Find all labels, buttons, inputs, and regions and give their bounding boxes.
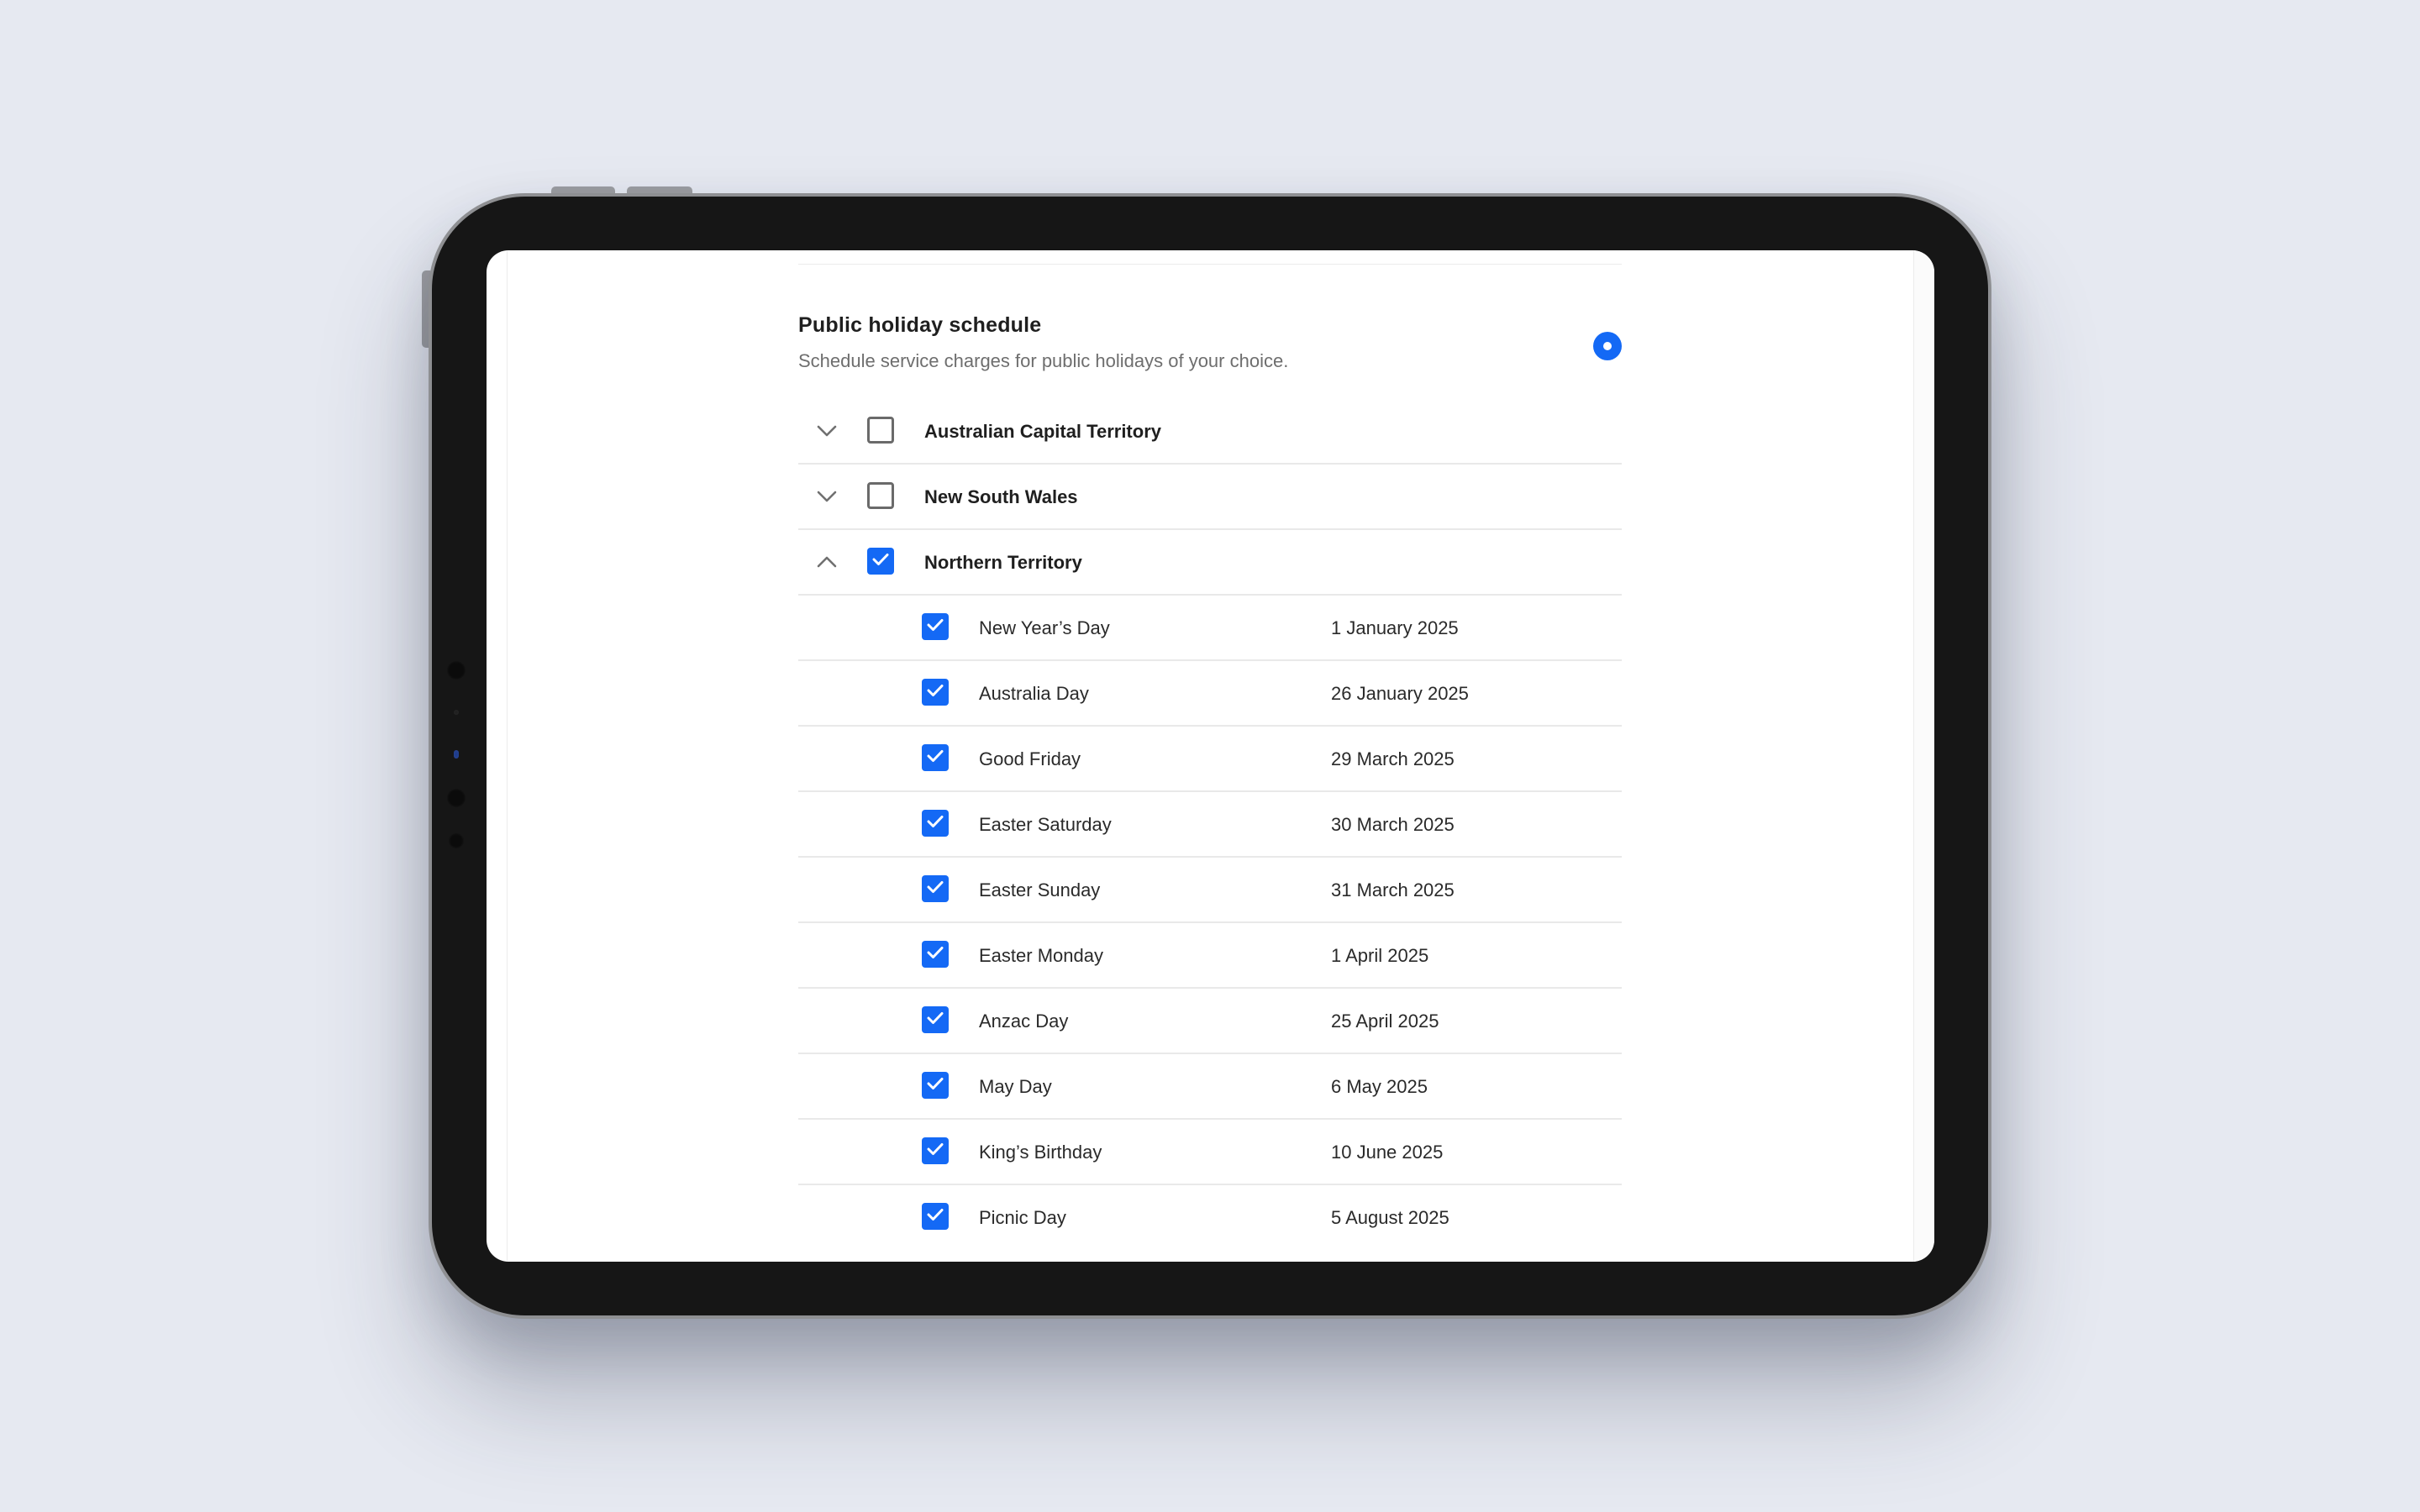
holiday-row[interactable]: Australia Day 26 January 2025 bbox=[798, 661, 1622, 727]
region-checkbox[interactable] bbox=[867, 417, 894, 444]
checkmark-icon bbox=[927, 749, 944, 767]
region-holiday-list: Australian Capital Territory New South Wa… bbox=[798, 399, 1622, 1251]
holiday-date: 25 April 2025 bbox=[1331, 1011, 1439, 1032]
holiday-row[interactable]: Easter Monday 1 April 2025 bbox=[798, 923, 1622, 989]
holiday-name: King’s Birthday bbox=[979, 1142, 1102, 1163]
radio-selected-dot bbox=[1603, 342, 1612, 350]
holiday-date: 10 June 2025 bbox=[1331, 1142, 1444, 1163]
checkmark-icon bbox=[927, 1142, 944, 1160]
section-subtitle: Schedule service charges for public holi… bbox=[798, 350, 1289, 371]
holiday-checkbox[interactable] bbox=[922, 679, 949, 706]
holiday-checkbox[interactable] bbox=[922, 875, 949, 902]
holiday-row[interactable]: New Year’s Day 1 January 2025 bbox=[798, 596, 1622, 661]
holiday-date: 29 March 2025 bbox=[1331, 748, 1455, 769]
section-title: Public holiday schedule bbox=[798, 313, 1042, 337]
region-label: New South Wales bbox=[924, 486, 1078, 507]
holiday-name: Picnic Day bbox=[979, 1207, 1066, 1228]
checkmark-icon bbox=[927, 1077, 944, 1095]
holiday-row[interactable]: Good Friday 29 March 2025 bbox=[798, 727, 1622, 792]
holiday-row[interactable]: Easter Saturday 30 March 2025 bbox=[798, 792, 1622, 858]
checkmark-icon bbox=[872, 553, 889, 570]
device-screen: Public holiday schedule Schedule service… bbox=[487, 250, 1934, 1262]
region-label: Australian Capital Territory bbox=[924, 421, 1161, 442]
ambient-sensor bbox=[454, 710, 459, 715]
holiday-checkbox[interactable] bbox=[922, 1006, 949, 1033]
holiday-checkbox[interactable] bbox=[922, 941, 949, 968]
holiday-date: 1 January 2025 bbox=[1331, 617, 1459, 638]
chevron-down-icon[interactable] bbox=[815, 485, 839, 508]
holiday-name: May Day bbox=[979, 1076, 1052, 1097]
chevron-down-icon[interactable] bbox=[815, 419, 839, 443]
checkmark-icon bbox=[927, 1208, 944, 1226]
holiday-row[interactable]: King’s Birthday 10 June 2025 bbox=[798, 1120, 1622, 1185]
right-scroll-gutter bbox=[1914, 250, 1934, 1262]
checkmark-icon bbox=[927, 880, 944, 898]
holiday-date: 30 March 2025 bbox=[1331, 814, 1455, 835]
right-panel-edge bbox=[1913, 250, 1914, 1262]
holiday-date: 1 April 2025 bbox=[1331, 945, 1429, 966]
holiday-date: 6 May 2025 bbox=[1331, 1076, 1428, 1097]
region-checkbox[interactable] bbox=[867, 548, 894, 575]
front-camera bbox=[447, 789, 466, 807]
chevron-up-icon[interactable] bbox=[815, 550, 839, 574]
proximity-sensor bbox=[449, 833, 464, 848]
checkmark-icon bbox=[927, 946, 944, 963]
holiday-checkbox[interactable] bbox=[922, 613, 949, 640]
holiday-checkbox[interactable] bbox=[922, 1137, 949, 1164]
region-label: Northern Territory bbox=[924, 552, 1082, 573]
holiday-name: Anzac Day bbox=[979, 1011, 1069, 1032]
holiday-checkbox[interactable] bbox=[922, 810, 949, 837]
checkmark-icon bbox=[927, 815, 944, 832]
checkmark-icon bbox=[927, 684, 944, 701]
holiday-row[interactable]: Anzac Day 25 April 2025 bbox=[798, 989, 1622, 1054]
region-row[interactable]: Northern Territory bbox=[798, 530, 1622, 596]
public-holiday-panel: Public holiday schedule Schedule service… bbox=[798, 250, 1622, 1251]
left-panel-edge bbox=[507, 250, 508, 1262]
holiday-row[interactable]: Picnic Day 5 August 2025 bbox=[798, 1185, 1622, 1251]
holiday-name: New Year’s Day bbox=[979, 617, 1110, 638]
holiday-row[interactable]: May Day 6 May 2025 bbox=[798, 1054, 1622, 1120]
holiday-date: 5 August 2025 bbox=[1331, 1207, 1449, 1228]
checkmark-icon bbox=[927, 1011, 944, 1029]
section-header: Public holiday schedule Schedule service… bbox=[798, 265, 1622, 399]
region-row[interactable]: Australian Capital Territory bbox=[798, 399, 1622, 465]
indicator-light bbox=[454, 750, 459, 759]
holiday-name: Easter Sunday bbox=[979, 879, 1101, 900]
holiday-row[interactable]: Easter Sunday 31 March 2025 bbox=[798, 858, 1622, 923]
holiday-name: Easter Monday bbox=[979, 945, 1103, 966]
region-row[interactable]: New South Wales bbox=[798, 465, 1622, 530]
camera-sensor bbox=[447, 661, 466, 680]
holiday-checkbox[interactable] bbox=[922, 1072, 949, 1099]
holiday-date: 31 March 2025 bbox=[1331, 879, 1455, 900]
schedule-radio-button[interactable] bbox=[1593, 332, 1622, 360]
holiday-name: Australia Day bbox=[979, 683, 1089, 704]
holiday-name: Good Friday bbox=[979, 748, 1081, 769]
holiday-name: Easter Saturday bbox=[979, 814, 1112, 835]
region-checkbox[interactable] bbox=[867, 482, 894, 509]
holiday-date: 26 January 2025 bbox=[1331, 683, 1469, 704]
holiday-checkbox[interactable] bbox=[922, 1203, 949, 1230]
holiday-checkbox[interactable] bbox=[922, 744, 949, 771]
checkmark-icon bbox=[927, 618, 944, 636]
